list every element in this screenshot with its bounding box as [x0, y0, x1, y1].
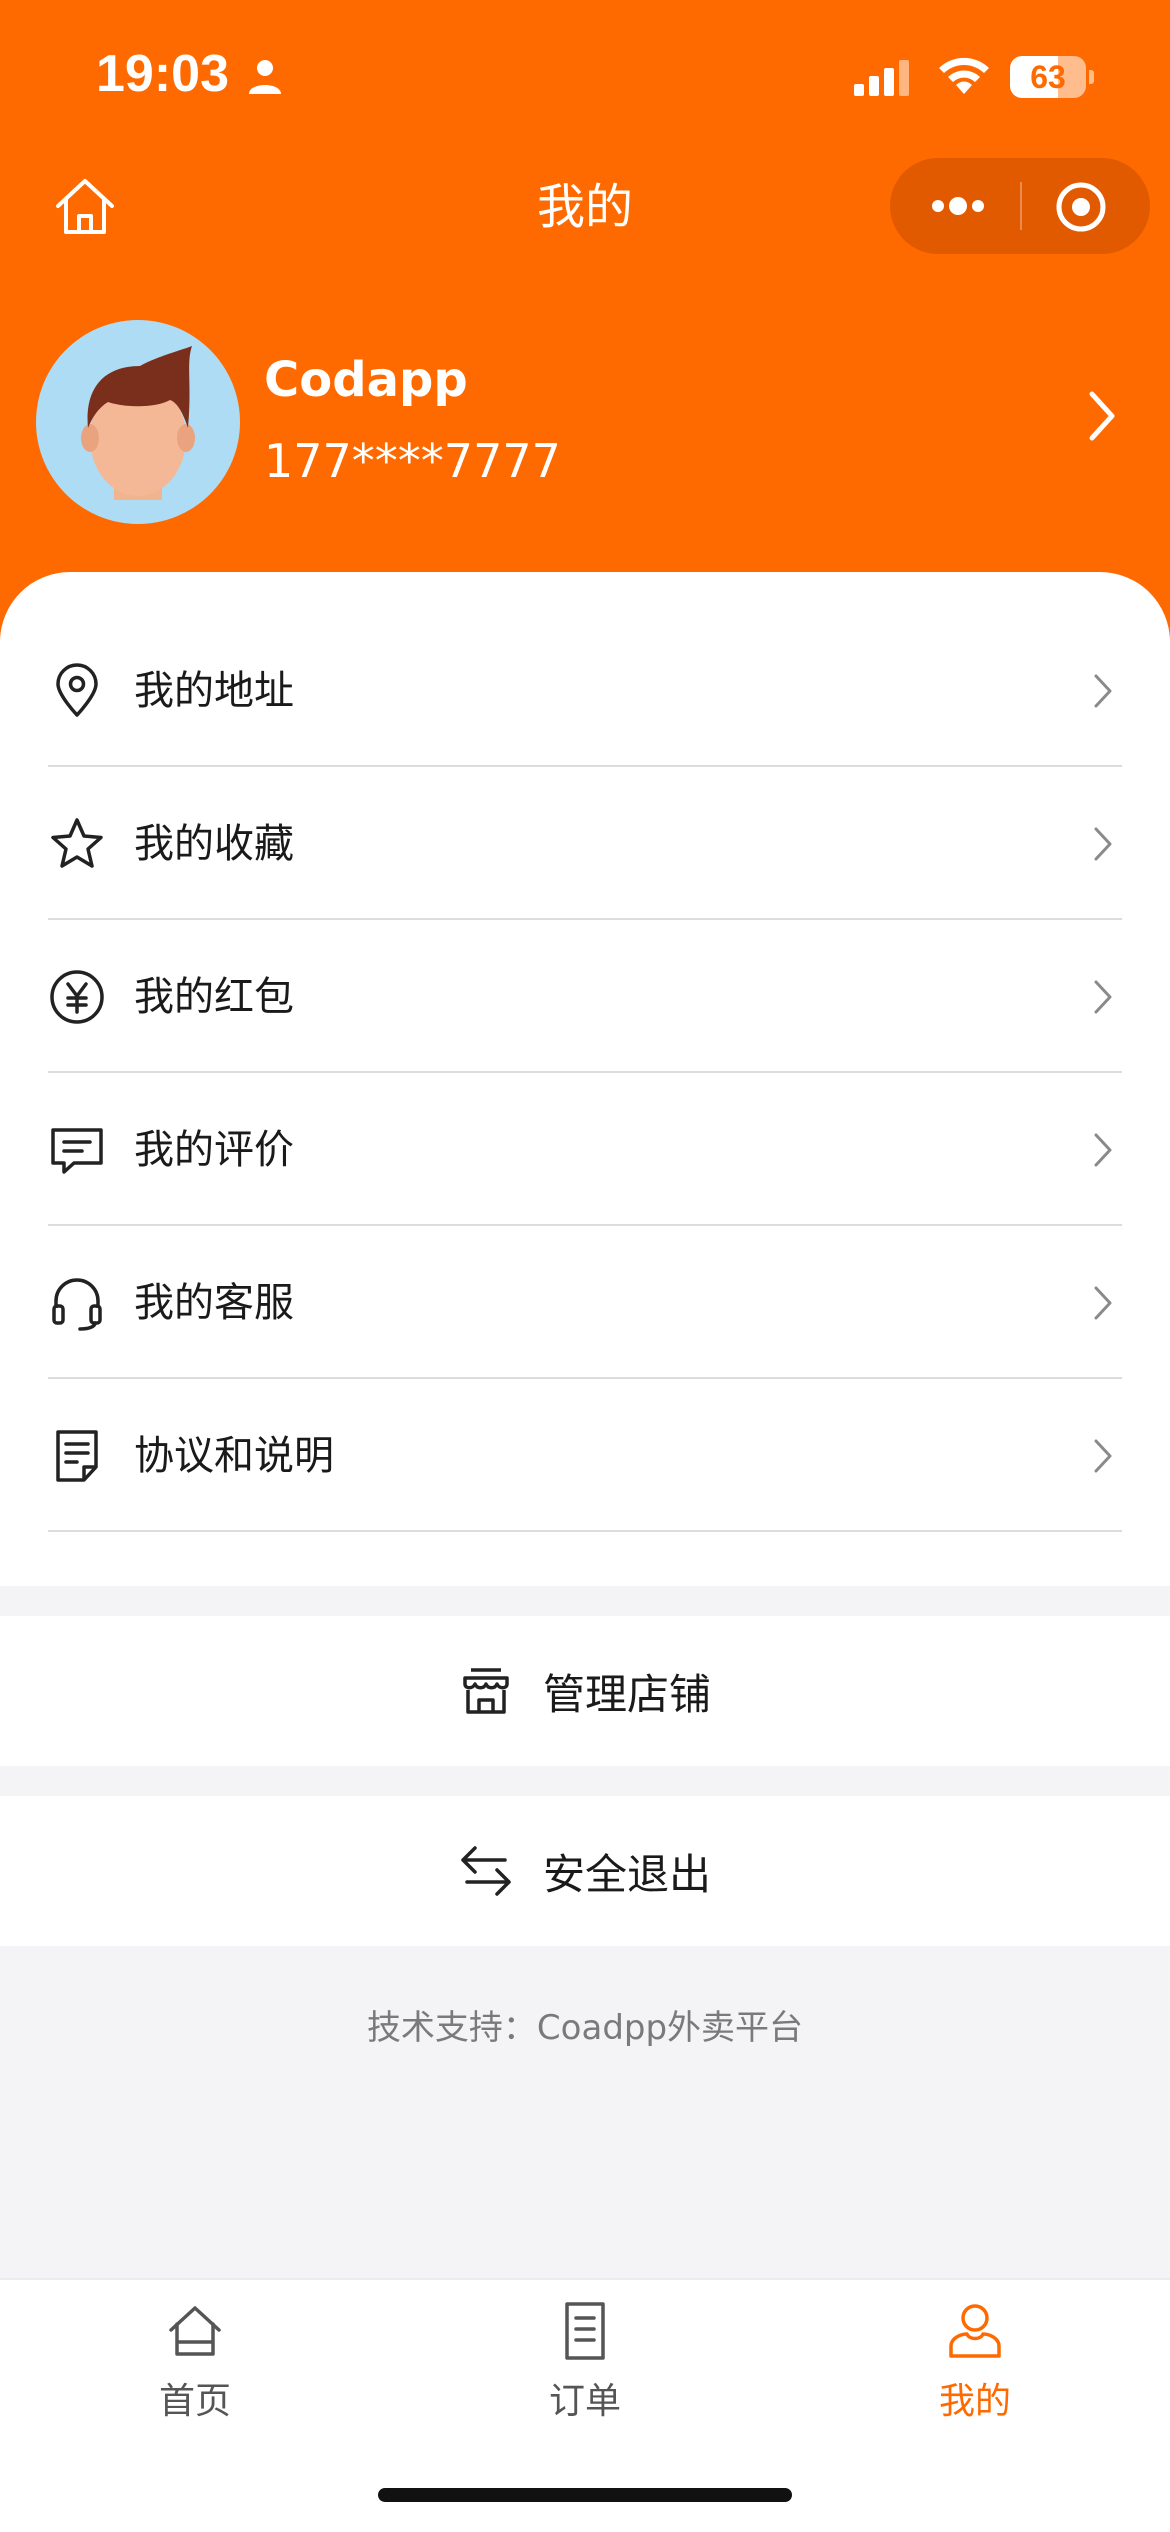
menu-item-customer-service[interactable]: 我的客服	[48, 1226, 1122, 1379]
manage-store-button[interactable]: 管理店铺	[0, 1616, 1170, 1766]
chevron-right-icon	[1094, 1133, 1112, 1167]
more-icon[interactable]	[926, 186, 990, 226]
avatar-face-icon	[81, 346, 195, 500]
home-indicator	[378, 2488, 792, 2502]
location-pin-icon	[56, 663, 98, 717]
menu-card: 我的地址 我的收藏 我的红包 我的评价 我的客服 协议和说明	[0, 572, 1170, 1586]
chevron-right-icon[interactable]	[1082, 386, 1122, 446]
status-time: 19:03	[96, 45, 229, 103]
chevron-right-icon	[1094, 1439, 1112, 1473]
user-icon	[949, 2304, 1001, 2358]
menu-item-favorites[interactable]: 我的收藏	[48, 767, 1122, 920]
person-icon	[249, 60, 281, 94]
menu-item-label: 我的评价	[134, 1127, 294, 1173]
yen-coin-icon	[50, 970, 104, 1024]
home-icon	[169, 2306, 221, 2356]
store-icon	[463, 1668, 509, 1714]
menu-item-label: 我的红包	[134, 974, 294, 1020]
capsule-divider	[1020, 182, 1022, 230]
battery-indicator: 63	[1010, 56, 1086, 98]
logout-button[interactable]: 安全退出	[0, 1796, 1170, 1946]
star-icon	[51, 818, 103, 868]
chevron-right-icon	[1094, 980, 1112, 1014]
menu-item-reviews[interactable]: 我的评价	[48, 1073, 1122, 1226]
document-icon	[56, 1430, 98, 1482]
menu-item-label: 我的客服	[134, 1280, 294, 1326]
wifi-icon	[939, 57, 989, 94]
manage-store-label: 管理店铺	[542, 1669, 711, 1719]
headset-icon	[52, 1278, 102, 1331]
tab-mine[interactable]: 我的	[780, 2280, 1170, 2440]
tab-orders[interactable]: 订单	[390, 2280, 780, 2440]
tab-label: 订单	[548, 2381, 621, 2422]
tech-support-credit: 技术支持：Coadpp外卖平台	[366, 2008, 804, 2048]
menu-item-label: 我的收藏	[134, 821, 294, 867]
chevron-right-icon	[1094, 674, 1112, 708]
tab-home[interactable]: 首页	[0, 2280, 390, 2440]
status-bar: 19:03 63	[0, 0, 1170, 150]
chevron-right-icon	[1094, 827, 1112, 861]
battery-level-text: 63	[1030, 59, 1066, 95]
menu-item-red-packet[interactable]: 我的红包	[48, 920, 1122, 1073]
chevron-right-icon	[1094, 1286, 1112, 1320]
battery-cap	[1089, 70, 1094, 84]
order-icon	[565, 2302, 605, 2360]
avatar[interactable]	[36, 320, 240, 524]
tab-label: 首页	[158, 2381, 231, 2422]
menu-item-label: 我的地址	[134, 668, 294, 714]
cellular-signal-icon	[854, 60, 909, 96]
mini-program-capsule	[890, 158, 1150, 254]
swap-arrows-icon	[461, 1846, 511, 1896]
profile-name: Codapp	[264, 352, 468, 408]
menu-item-address[interactable]: 我的地址	[48, 614, 1122, 767]
tab-label: 我的	[938, 2381, 1011, 2422]
profile-phone: 177****7777	[264, 434, 561, 488]
close-target-icon[interactable]	[1054, 180, 1108, 234]
comment-icon	[51, 1128, 103, 1174]
menu-item-label: 协议和说明	[134, 1433, 334, 1479]
logout-label: 安全退出	[542, 1849, 711, 1899]
menu-item-agreement[interactable]: 协议和说明	[48, 1379, 1122, 1532]
